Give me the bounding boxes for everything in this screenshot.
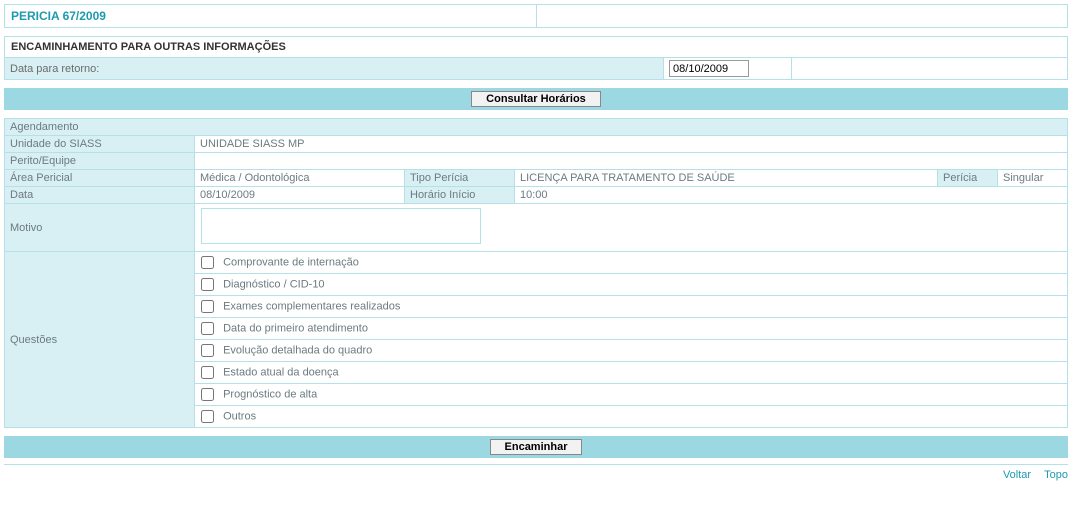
questao-label-6: Prognóstico de alta [223,388,317,400]
questao-row-3: Data do primeiro atendimento [195,318,1068,340]
questao-label-0: Comprovante de internação [223,256,359,268]
questao-label-5: Estado atual da doença [223,366,339,378]
topo-link[interactable]: Topo [1044,469,1068,481]
retorno-date-input[interactable] [669,60,749,77]
horario-value: 10:00 [515,187,1068,204]
encaminhar-bar: Encaminhar [4,436,1068,458]
questao-checkbox-5[interactable] [201,366,214,379]
questao-checkbox-7[interactable] [201,410,214,423]
agendamento-heading: Agendamento [5,119,1068,136]
questao-row-2: Exames complementares realizados [195,296,1068,318]
tipo-value: LICENÇA PARA TRATAMENTO DE SAÚDE [515,170,938,187]
questao-label-7: Outros [223,410,256,422]
pericia-label: Perícia [938,170,998,187]
questao-checkbox-4[interactable] [201,344,214,357]
questao-row-1: Diagnóstico / CID-10 [195,274,1068,296]
questao-row-6: Prognóstico de alta [195,384,1068,406]
questoes-label: Questões [5,252,195,428]
motivo-label: Motivo [5,204,195,252]
header-table: PERICIA 67/2009 [4,4,1068,28]
retorno-label: Data para retorno: [5,58,664,80]
area-label: Área Pericial [5,170,195,187]
unidade-value: UNIDADE SIASS MP [195,136,1068,153]
questao-label-3: Data do primeiro atendimento [223,322,368,334]
questao-row-7: Outros [195,406,1068,428]
questao-label-2: Exames complementares realizados [223,300,400,312]
questao-row-4: Evolução detalhada do quadro [195,340,1068,362]
page-title: PERICIA 67/2009 [5,5,537,28]
data-value: 08/10/2009 [195,187,405,204]
questao-row-0: Comprovante de internação [195,252,1068,274]
questao-checkbox-0[interactable] [201,256,214,269]
section-table: ENCAMINHAMENTO PARA OUTRAS INFORMAÇÕES D… [4,36,1068,80]
voltar-link[interactable]: Voltar [1003,469,1031,481]
unidade-label: Unidade do SIASS [5,136,195,153]
pericia-value: Singular [998,170,1068,187]
footer-links: Voltar Topo [4,464,1068,481]
area-value: Médica / Odontológica [195,170,405,187]
consultar-bar: Consultar Horários [4,88,1068,110]
questao-checkbox-3[interactable] [201,322,214,335]
questao-label-1: Diagnóstico / CID-10 [223,278,325,290]
perito-label: Perito/Equipe [5,153,195,170]
header-blank [536,5,1068,28]
retorno-blank [791,58,1067,80]
questao-checkbox-1[interactable] [201,278,214,291]
motivo-textarea[interactable] [201,208,481,244]
questao-label-4: Evolução detalhada do quadro [223,344,372,356]
horario-label: Horário Início [405,187,515,204]
consultar-horarios-button[interactable]: Consultar Horários [471,91,601,107]
questao-row-5: Estado atual da doença [195,362,1068,384]
perito-value [195,153,1068,170]
questao-checkbox-2[interactable] [201,300,214,313]
tipo-label: Tipo Perícia [405,170,515,187]
questao-checkbox-6[interactable] [201,388,214,401]
agendamento-table: Agendamento Unidade do SIASS UNIDADE SIA… [4,118,1068,428]
encaminhar-button[interactable]: Encaminhar [490,439,583,455]
data-label: Data [5,187,195,204]
section-heading: ENCAMINHAMENTO PARA OUTRAS INFORMAÇÕES [5,37,1068,58]
